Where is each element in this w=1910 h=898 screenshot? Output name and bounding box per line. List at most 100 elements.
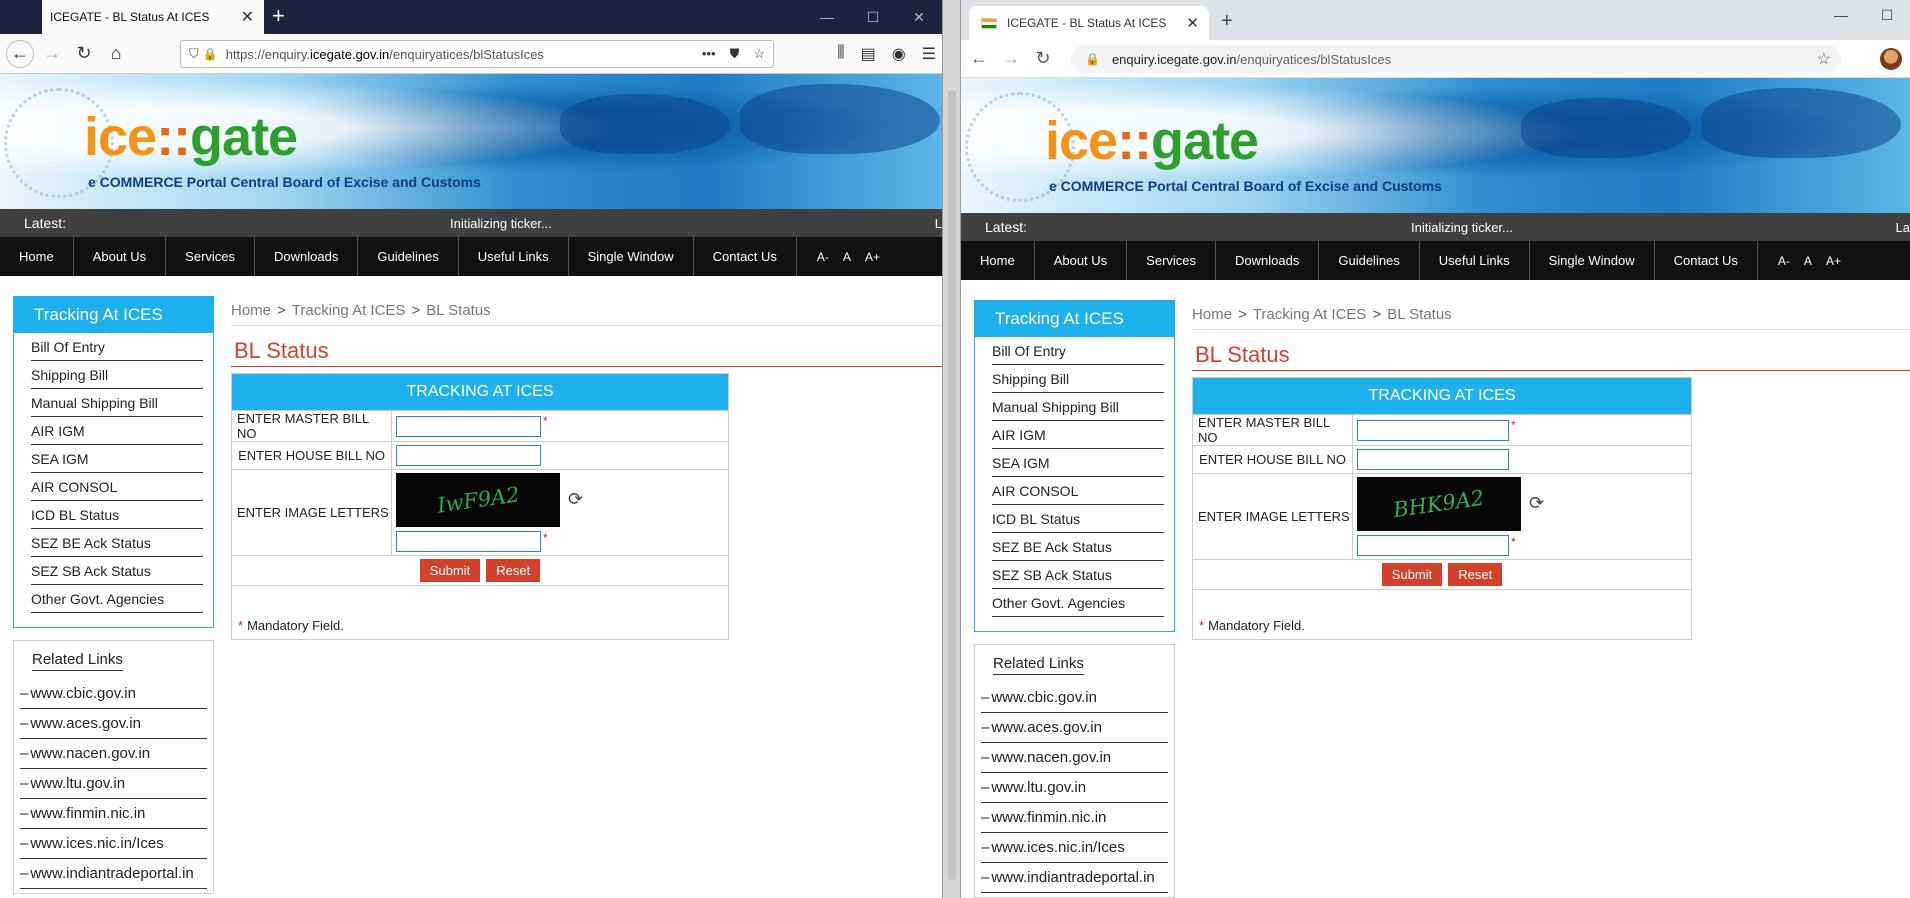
sidebar-item-sez-be-ack[interactable]: SEZ BE Ack Status [992, 533, 1164, 561]
master-bill-input[interactable] [1357, 419, 1509, 441]
breadcrumb-home[interactable]: Home [231, 302, 271, 319]
sidebar-item-sez-be-ack[interactable]: SEZ BE Ack Status [31, 529, 203, 557]
related-link[interactable]: – www.indiantradeportal.in [981, 863, 1168, 893]
minimize-icon[interactable]: — [1818, 7, 1864, 23]
reload-icon[interactable]: ↻ [70, 40, 98, 68]
forward-icon[interactable]: → [38, 40, 66, 68]
menu-about-us[interactable]: About Us [74, 237, 167, 276]
font-increase[interactable]: A+ [1826, 254, 1841, 268]
close-window-icon[interactable]: ✕ [896, 9, 942, 26]
more-actions-icon[interactable]: ••• [702, 46, 716, 62]
sidebar-item-air-igm[interactable]: AIR IGM [31, 417, 203, 445]
sidebar-item-sea-igm[interactable]: SEA IGM [992, 449, 1164, 477]
sidebar-item-manual-shipping-bill[interactable]: Manual Shipping Bill [992, 393, 1164, 421]
submit-button[interactable]: Submit [419, 559, 481, 582]
account-icon[interactable]: ◉ [892, 44, 906, 64]
related-link[interactable]: – www.ltu.gov.in [981, 773, 1168, 803]
font-normal[interactable]: A [1804, 254, 1812, 268]
sidebar-item-air-igm[interactable]: AIR IGM [992, 421, 1164, 449]
sidebar-icon[interactable]: ▤ [861, 44, 876, 64]
menu-downloads[interactable]: Downloads [255, 237, 359, 276]
menu-services[interactable]: Services [166, 237, 256, 276]
related-link[interactable]: – www.nacen.gov.in [981, 743, 1168, 773]
maximize-icon[interactable]: ☐ [850, 9, 896, 26]
related-link[interactable]: – www.indiantradeportal.in [20, 859, 207, 889]
sidebar-item-other-govt[interactable]: Other Govt. Agencies [31, 585, 203, 613]
related-link[interactable]: – www.aces.gov.in [20, 709, 207, 739]
maximize-icon[interactable]: ☐ [1864, 7, 1910, 24]
address-bar[interactable]: 🔒 enquiry.icegate.gov.in/enquiryatices/b… [1071, 45, 1841, 73]
new-tab-icon[interactable]: + [272, 4, 285, 28]
captcha-input[interactable] [396, 531, 541, 552]
refresh-captcha-icon[interactable]: ⟳ [1529, 493, 1544, 531]
reload-icon[interactable]: ↻ [1029, 45, 1057, 73]
related-link[interactable]: – www.ltu.gov.in [20, 769, 207, 799]
shield-icon[interactable]: ⛉ [189, 46, 199, 62]
menu-icon[interactable]: ☰ [922, 44, 936, 64]
font-decrease[interactable]: A- [817, 250, 829, 264]
back-icon[interactable]: ← [6, 39, 34, 68]
breadcrumb-section[interactable]: Tracking At ICES [292, 302, 406, 319]
font-normal[interactable]: A [843, 250, 851, 264]
menu-guidelines[interactable]: Guidelines [358, 237, 459, 276]
house-bill-input[interactable] [1357, 449, 1509, 470]
menu-downloads[interactable]: Downloads [1216, 241, 1320, 280]
related-link[interactable]: – www.aces.gov.in [981, 713, 1168, 743]
menu-about-us[interactable]: About Us [1035, 241, 1128, 280]
related-link[interactable]: – www.finmin.nic.in [20, 799, 207, 829]
close-tab-icon[interactable]: ✕ [241, 7, 254, 27]
sidebar-item-air-consol[interactable]: AIR CONSOL [992, 477, 1164, 505]
bookmark-star-icon[interactable]: ☆ [753, 46, 765, 62]
breadcrumb-home[interactable]: Home [1192, 306, 1232, 323]
related-link[interactable]: – www.ices.nic.in/Ices [20, 829, 207, 859]
sidebar-item-shipping-bill[interactable]: Shipping Bill [31, 361, 203, 389]
lock-icon[interactable]: 🔒 [203, 47, 218, 61]
menu-home[interactable]: Home [0, 237, 74, 276]
pocket-icon[interactable]: ⛊ [730, 46, 740, 62]
sidebar-item-manual-shipping-bill[interactable]: Manual Shipping Bill [31, 389, 203, 417]
sidebar-item-icd-bl-status[interactable]: ICD BL Status [31, 501, 203, 529]
lock-icon[interactable]: 🔒 [1085, 52, 1100, 66]
profile-avatar[interactable] [1880, 48, 1902, 70]
related-link[interactable]: – www.cbic.gov.in [20, 679, 207, 709]
new-tab-icon[interactable]: + [1221, 10, 1233, 33]
refresh-captcha-icon[interactable]: ⟳ [568, 489, 583, 527]
address-bar[interactable]: ⛉ 🔒 https://enquiry. icegate.gov.in/enqui… [180, 40, 774, 68]
scrollbar-thumb[interactable] [948, 90, 956, 880]
home-icon[interactable]: ⌂ [102, 40, 130, 68]
icegate-logo[interactable]: ice::gate [84, 110, 298, 164]
sidebar-item-other-govt[interactable]: Other Govt. Agencies [992, 589, 1164, 617]
menu-home[interactable]: Home [961, 241, 1035, 280]
browser-tab[interactable]: ICEGATE - BL Status At ICES ✕ [42, 0, 264, 34]
icegate-logo[interactable]: ice::gate [1045, 114, 1259, 168]
house-bill-input[interactable] [396, 445, 541, 466]
menu-single-window[interactable]: Single Window [1530, 241, 1655, 280]
captcha-input[interactable] [1357, 535, 1509, 556]
sidebar-item-sea-igm[interactable]: SEA IGM [31, 445, 203, 473]
browser-tab[interactable]: ICEGATE - BL Status At ICES ✕ [969, 6, 1209, 40]
reset-button[interactable]: Reset [486, 559, 541, 582]
menu-services[interactable]: Services [1127, 241, 1217, 280]
library-icon[interactable]: ⫼ [837, 44, 844, 64]
font-increase[interactable]: A+ [865, 250, 880, 264]
related-link[interactable]: – www.ices.nic.in/Ices [981, 833, 1168, 863]
bookmark-star-icon[interactable]: ☆ [1817, 49, 1831, 69]
back-icon[interactable]: ← [965, 45, 993, 73]
sidebar-item-air-consol[interactable]: AIR CONSOL [31, 473, 203, 501]
sidebar-item-sez-sb-ack[interactable]: SEZ SB Ack Status [31, 557, 203, 585]
breadcrumb-section[interactable]: Tracking At ICES [1253, 306, 1367, 323]
minimize-icon[interactable]: — [804, 9, 850, 25]
sidebar-item-icd-bl-status[interactable]: ICD BL Status [992, 505, 1164, 533]
sidebar-item-sez-sb-ack[interactable]: SEZ SB Ack Status [992, 561, 1164, 589]
menu-useful-links[interactable]: Useful Links [1420, 241, 1530, 280]
menu-contact-us[interactable]: Contact Us [1655, 241, 1758, 280]
related-link[interactable]: – www.finmin.nic.in [981, 803, 1168, 833]
menu-useful-links[interactable]: Useful Links [459, 237, 569, 276]
menu-contact-us[interactable]: Contact Us [694, 237, 797, 276]
menu-single-window[interactable]: Single Window [569, 237, 694, 276]
close-tab-icon[interactable]: ✕ [1186, 14, 1199, 32]
related-link[interactable]: – www.nacen.gov.in [20, 739, 207, 769]
sidebar-item-bill-of-entry[interactable]: Bill Of Entry [992, 337, 1164, 365]
submit-button[interactable]: Submit [1381, 563, 1443, 586]
related-link[interactable]: – www.cbic.gov.in [981, 683, 1168, 713]
